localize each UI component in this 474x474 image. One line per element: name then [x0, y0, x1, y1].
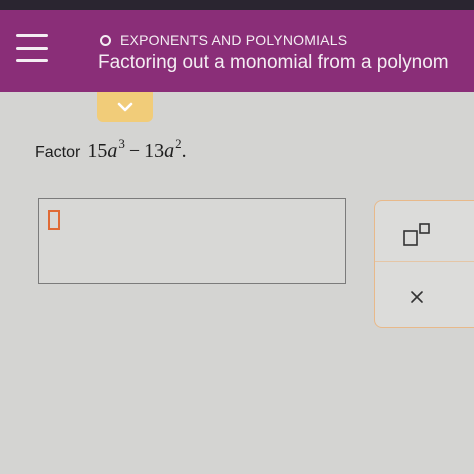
exponent-template-icon	[403, 223, 430, 246]
input-cursor-placeholder	[48, 210, 60, 230]
problem-prefix: Factor	[35, 144, 81, 161]
topic-label: EXPONENTS AND POLYNOMIALS	[120, 32, 348, 48]
menu-bar	[16, 46, 48, 50]
term1-coefficient: 15	[87, 140, 108, 162]
statement-period: .	[181, 140, 187, 162]
answer-input[interactable]	[38, 198, 346, 284]
term2-coefficient: 13	[144, 140, 165, 162]
menu-bar	[16, 34, 48, 37]
topic-status-icon	[100, 34, 111, 46]
page-title: Factoring out a monomial from a polynom	[98, 52, 449, 73]
menu-bar	[16, 59, 48, 62]
menu-button[interactable]	[16, 34, 48, 62]
problem-statement: Factor 15a3−13a2.	[35, 137, 187, 163]
operator: −	[128, 140, 141, 162]
exponent-button[interactable]	[395, 219, 439, 251]
term1-variable: a	[107, 140, 118, 162]
term1-exponent: 3	[118, 136, 125, 151]
tool-divider	[375, 261, 474, 262]
close-icon	[411, 291, 423, 303]
polynomial-expression: 15a3−13a2.	[87, 137, 187, 163]
topic-header: EXPONENTS AND POLYNOMIALS Factoring out …	[0, 10, 474, 92]
topic-row: EXPONENTS AND POLYNOMIALS	[100, 32, 347, 48]
math-tool-panel	[374, 200, 474, 328]
browser-top-strip	[0, 0, 474, 10]
collapse-header-button[interactable]	[97, 92, 153, 122]
clear-button[interactable]	[397, 279, 437, 315]
term2-variable: a	[164, 140, 175, 162]
chevron-down-icon	[117, 102, 133, 112]
